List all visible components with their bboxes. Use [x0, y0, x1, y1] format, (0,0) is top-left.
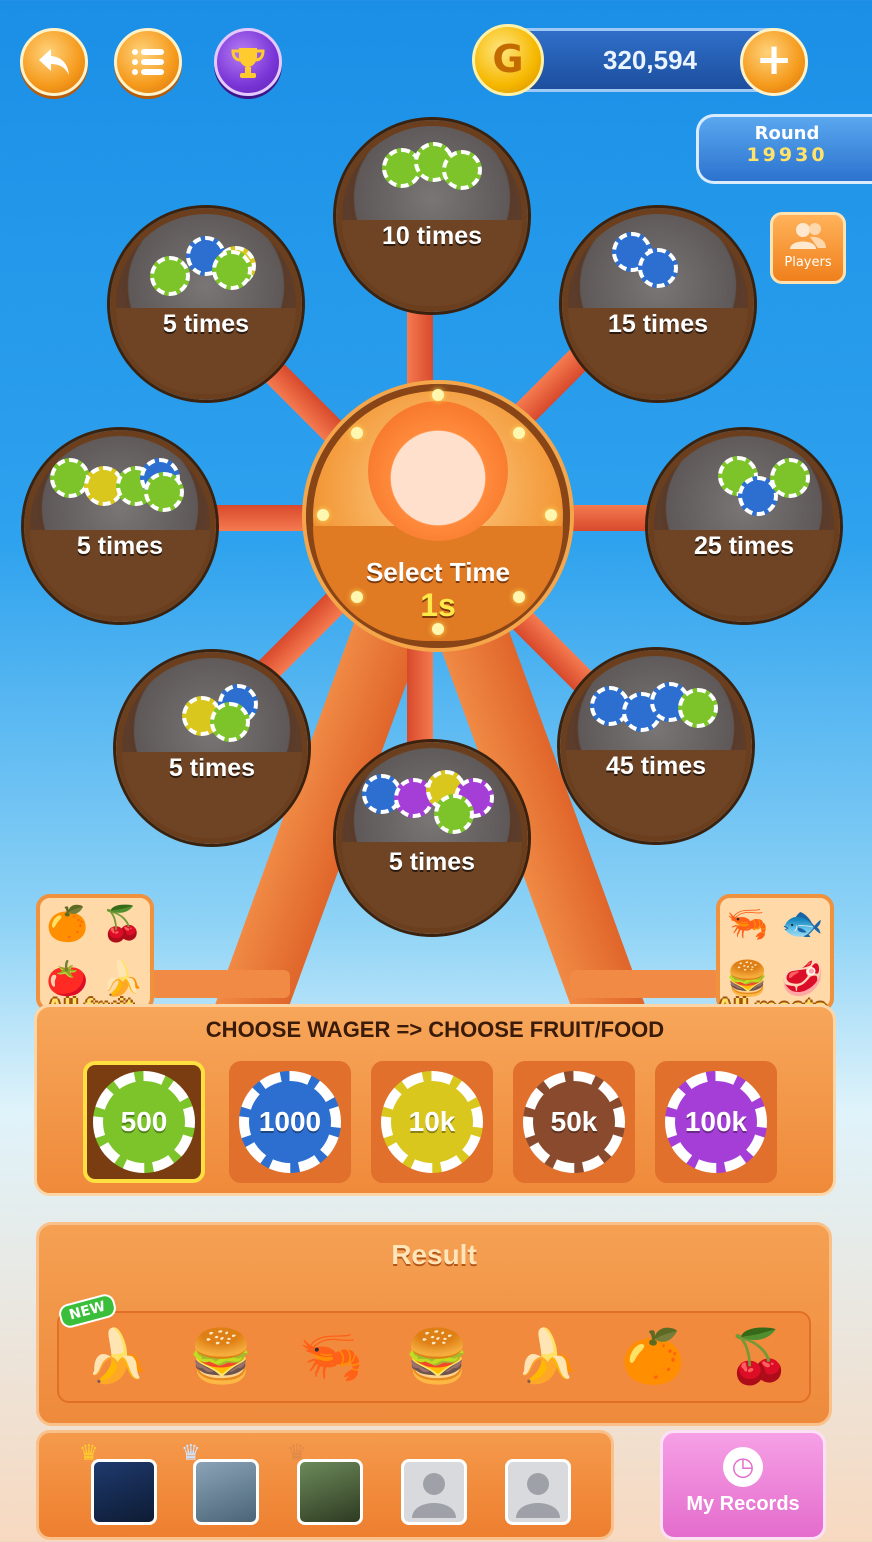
- shrimp-icon: 🦐: [726, 904, 769, 944]
- players-button[interactable]: Players: [770, 212, 846, 284]
- orange-icon: 🍊: [46, 904, 89, 944]
- chip-icon: [150, 256, 190, 296]
- select-time-label: Select Time: [365, 557, 511, 587]
- chip-icon: [638, 248, 678, 288]
- seat-bottom[interactable]: 5 times: [336, 742, 528, 934]
- empty-avatar-slot: [505, 1459, 571, 1525]
- result-title: Result: [391, 1239, 477, 1270]
- back-button[interactable]: [20, 28, 88, 96]
- seat-bottom-right[interactable]: 45 times: [560, 650, 752, 842]
- chip-icon: [210, 702, 250, 742]
- player-avatar[interactable]: [91, 1459, 157, 1525]
- leaderboard-button[interactable]: [214, 28, 282, 96]
- seat-top-right[interactable]: 15 times: [562, 208, 754, 400]
- seat-multiplier-label: 5 times: [168, 754, 256, 782]
- seat-multiplier-label: 5 times: [76, 532, 164, 560]
- cherry-icon: 🍒: [101, 904, 144, 944]
- user-placeholder-icon: [516, 1473, 560, 1518]
- seat-multiplier-label: 45 times: [605, 752, 707, 780]
- player-avatar[interactable]: [193, 1459, 259, 1525]
- round-label: Round: [754, 123, 820, 144]
- chip-icon: [434, 794, 474, 834]
- wager-panel: CHOOSE WAGER => CHOOSE FRUIT/FOOD 500 10…: [34, 1004, 836, 1196]
- result-history-strip: 🍌 🍔 🦐 🍔 🍌 🍊 🍒: [57, 1311, 811, 1403]
- seat-top-left[interactable]: 5 times: [110, 208, 302, 400]
- seat-multiplier-label: 5 times: [162, 310, 250, 338]
- chip-100k-label: 100k: [665, 1071, 767, 1173]
- chip-1000-label: 1000: [239, 1071, 341, 1173]
- top-players-bar: ♛ ♛ ♛: [36, 1430, 614, 1540]
- back-arrow-icon: [39, 49, 69, 75]
- clock-icon: ◷: [723, 1447, 763, 1487]
- round-number: 19930: [746, 144, 828, 166]
- wager-chip-1000[interactable]: 1000: [229, 1061, 351, 1183]
- players-icon: [790, 223, 826, 249]
- chip-icon: [770, 458, 810, 498]
- banana-icon: 🍌: [514, 1327, 580, 1387]
- seat-bottom-left[interactable]: 5 times: [116, 652, 308, 844]
- chip-icon: [144, 472, 184, 512]
- seat-multiplier-label: 15 times: [607, 310, 709, 338]
- burger-icon: 🍔: [404, 1327, 470, 1387]
- my-records-label: My Records: [686, 1493, 800, 1515]
- empty-avatar-slot: [401, 1459, 467, 1525]
- seat-multiplier-label: 5 times: [388, 848, 476, 876]
- user-placeholder-icon: [412, 1473, 456, 1518]
- gold-coin-icon: G: [472, 24, 544, 96]
- chip-icon: [678, 688, 718, 728]
- player-avatar[interactable]: [297, 1459, 363, 1525]
- mascot-girl-icon: [368, 401, 508, 541]
- add-coins-button[interactable]: +: [740, 28, 808, 96]
- fish-icon: 🐟: [781, 904, 824, 944]
- cherry-icon: 🍒: [726, 1327, 792, 1387]
- support-foot-left: [150, 970, 290, 998]
- list-menu-icon: [132, 49, 164, 75]
- wheel-hub: Select Time 1s: [306, 384, 570, 648]
- my-records-button[interactable]: ◷ My Records: [660, 1430, 826, 1540]
- seat-top[interactable]: 10 times: [336, 120, 528, 312]
- wager-chip-100k[interactable]: 100k: [655, 1061, 777, 1183]
- wager-chip-10k[interactable]: 10k: [371, 1061, 493, 1183]
- wager-chip-500[interactable]: 500: [83, 1061, 205, 1183]
- seat-multiplier-label: 25 times: [693, 532, 795, 560]
- result-panel: Result 🍌 🍔 🦐 🍔 🍌 🍊 🍒 NEW: [36, 1222, 832, 1426]
- chip-500-label: 500: [93, 1071, 195, 1173]
- seat-multiplier-label: 10 times: [381, 222, 483, 250]
- chip-50k-label: 50k: [523, 1071, 625, 1173]
- coin-balance: 320,594: [603, 45, 697, 75]
- wager-instructions: CHOOSE WAGER => CHOOSE FRUIT/FOOD: [205, 1017, 665, 1042]
- chip-icon: [212, 250, 252, 290]
- countdown-timer: 1s: [420, 587, 456, 623]
- trophy-icon: [231, 48, 265, 78]
- orange-icon: 🍊: [620, 1327, 686, 1387]
- shrimp-icon: 🦐: [298, 1327, 364, 1387]
- round-counter: Round 19930: [696, 114, 872, 184]
- banana-icon: 🍌: [84, 1327, 150, 1387]
- seat-right[interactable]: 25 times: [648, 430, 840, 622]
- chip-10k-label: 10k: [381, 1071, 483, 1173]
- support-foot-right: [570, 970, 720, 998]
- burger-icon: 🍔: [188, 1327, 254, 1387]
- menu-button[interactable]: [114, 28, 182, 96]
- players-label: Players: [784, 255, 832, 270]
- seat-left[interactable]: 5 times: [24, 430, 216, 622]
- chip-icon: [442, 150, 482, 190]
- wager-chip-50k[interactable]: 50k: [513, 1061, 635, 1183]
